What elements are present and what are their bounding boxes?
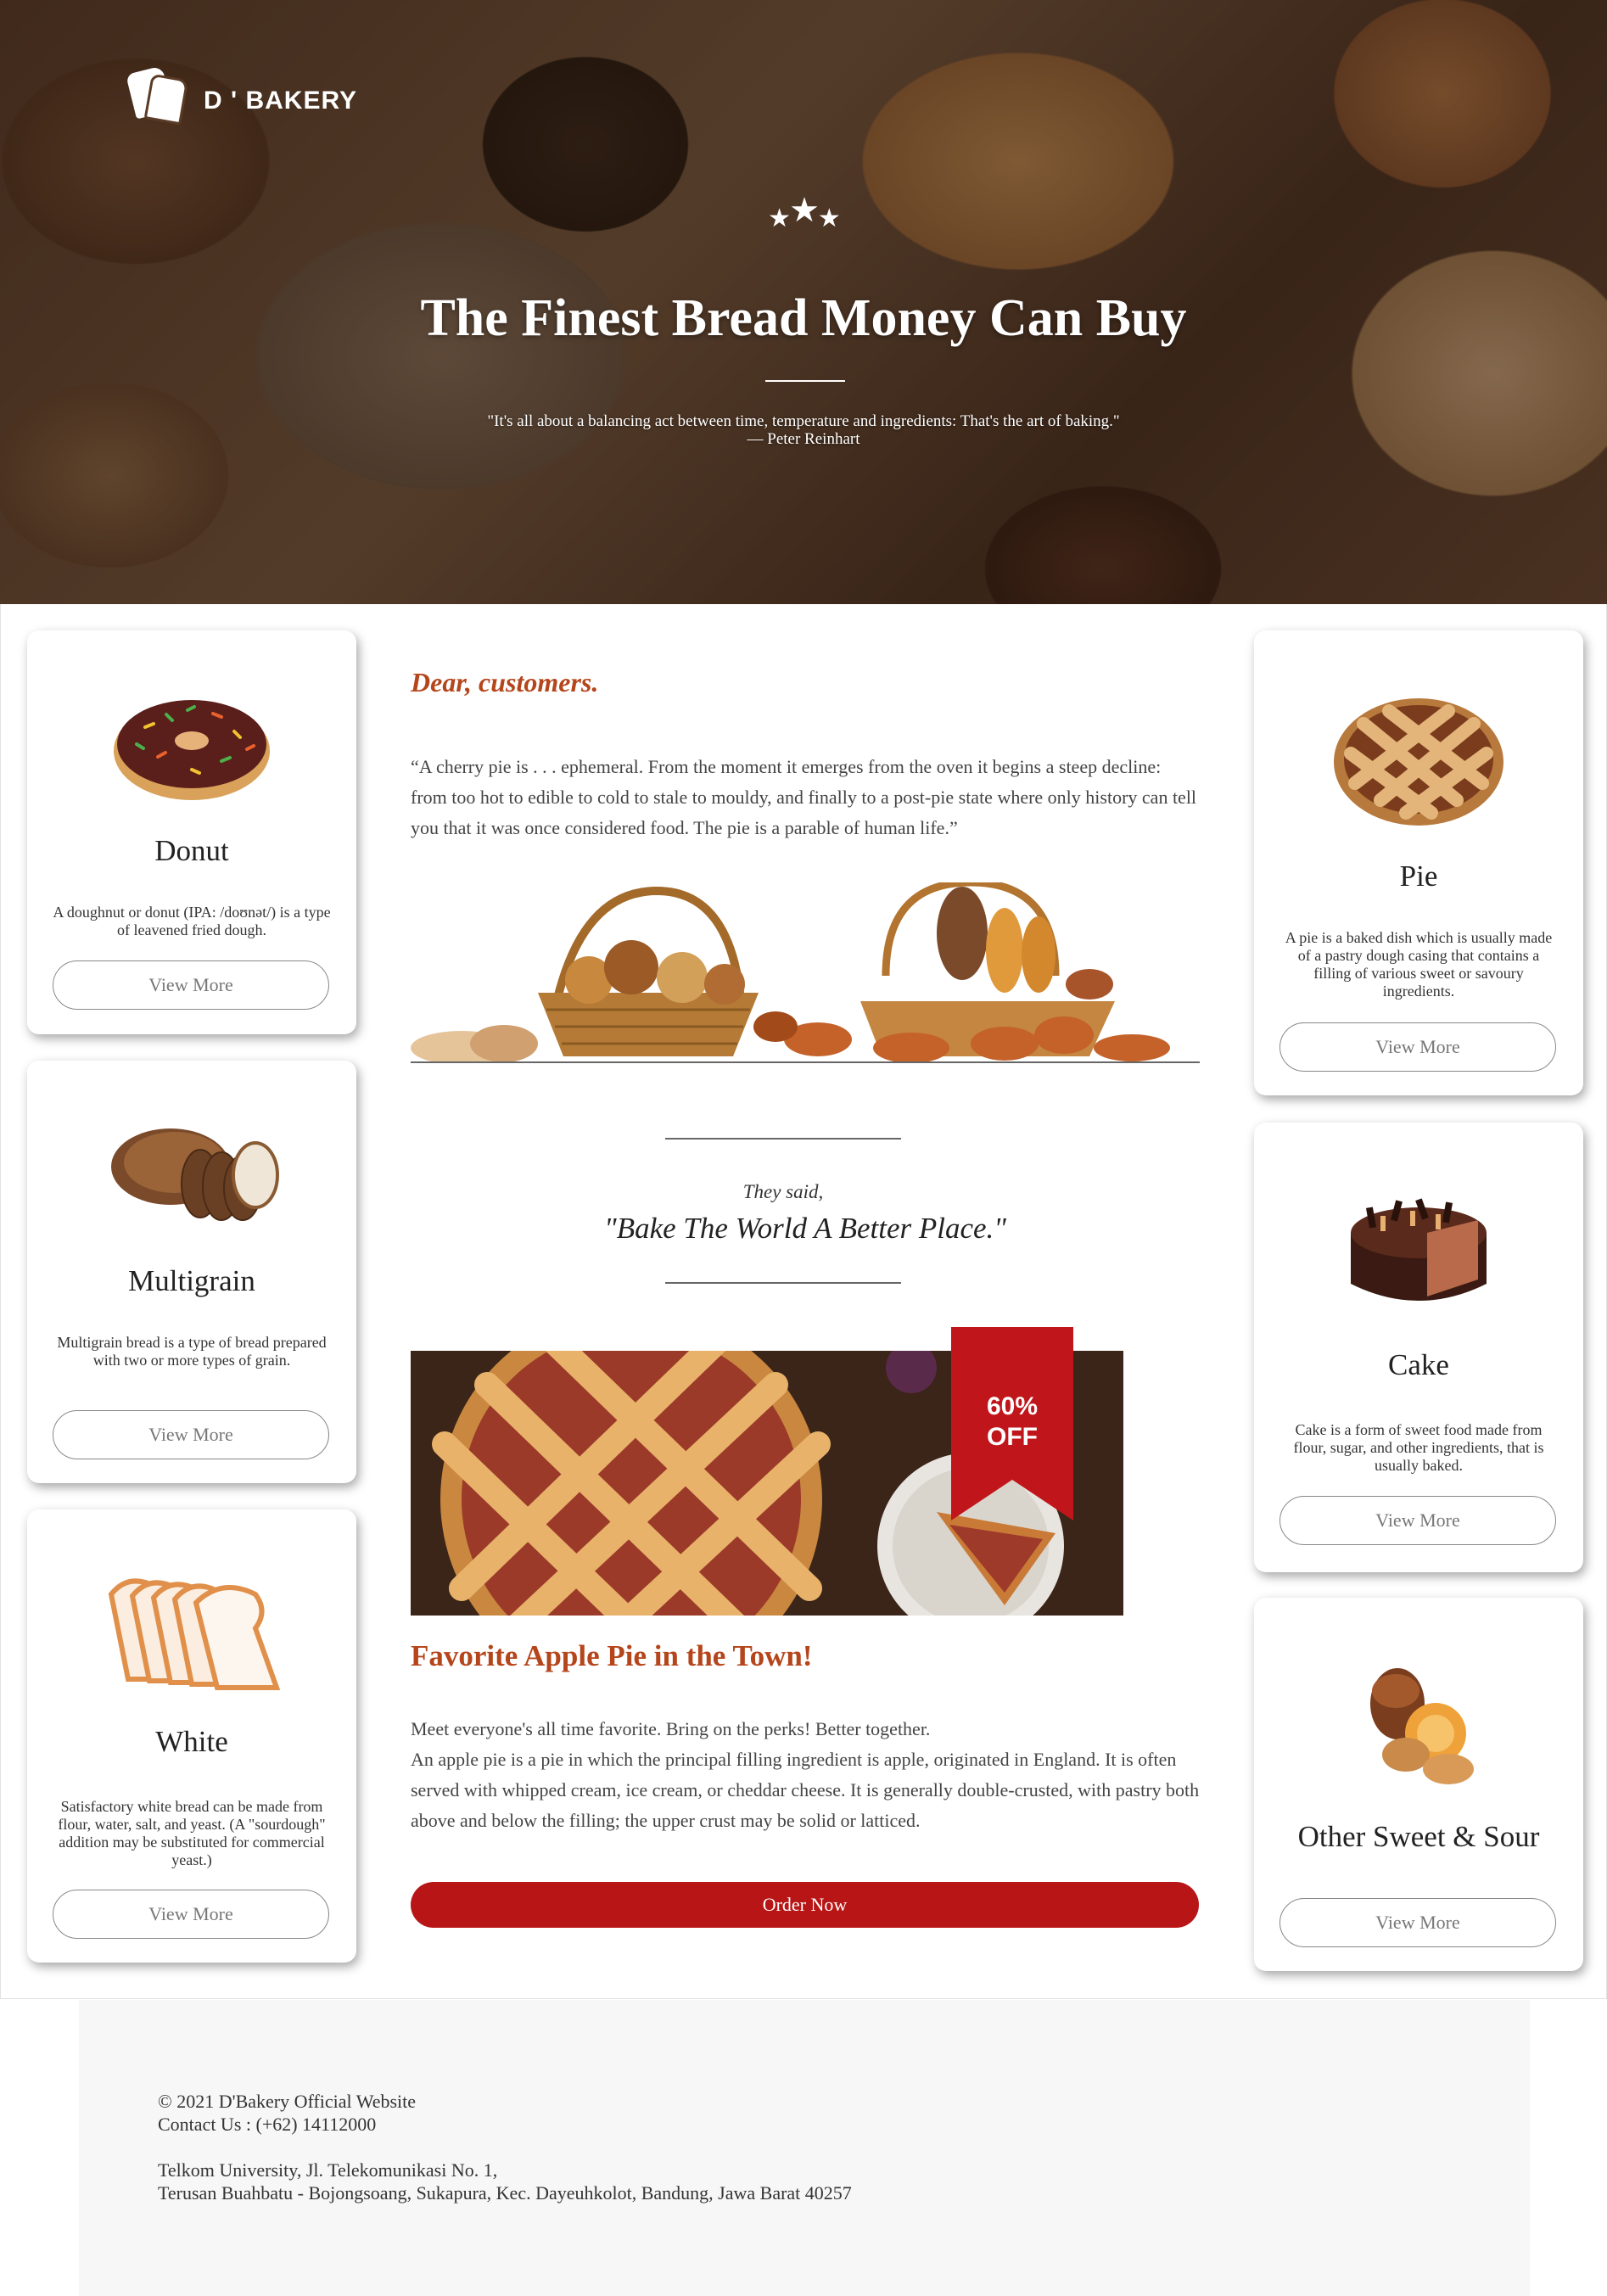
feature-description: Meet everyone's all time favorite. Bring…: [411, 1714, 1200, 1836]
product-card-multigrain: Multigrain Multigrain bread is a type of…: [27, 1061, 356, 1483]
bread-basket-image: [411, 878, 1200, 1065]
feature-title: Favorite Apple Pie in the Town!: [411, 1639, 813, 1672]
discount-off: OFF: [987, 1423, 1038, 1451]
product-card-donut: Donut A doughnut or donut (IPA: /doʊnət/…: [27, 630, 356, 1034]
footer-address-line-2: Terusan Buahbatu - Bojongsoang, Sukapura…: [158, 2182, 852, 2204]
product-card-other: Other Sweet & Sour View More: [1254, 1598, 1583, 1971]
donut-icon: [27, 685, 356, 804]
card-title: Cake: [1388, 1348, 1449, 1381]
card-title: Donut: [154, 834, 229, 867]
hero-quote-author: — Peter Reinhart: [747, 430, 860, 448]
feature-line-2: An apple pie is a pie in which the princ…: [411, 1749, 1200, 1831]
cake-icon: [1254, 1182, 1583, 1318]
feature-line-1: Meet everyone's all time favorite. Bring…: [411, 1718, 931, 1739]
hero-banner: D ' BAKERY ★★★ The Finest Bread Money Ca…: [0, 0, 1607, 604]
footer-copyright: © 2021 D'Bakery Official Website: [158, 2091, 417, 2112]
view-more-button[interactable]: View More: [1279, 1022, 1556, 1072]
pastries-icon: [1254, 1657, 1583, 1793]
stars-icon: ★★★: [768, 191, 841, 232]
discount-percent: 60%: [986, 1392, 1039, 1420]
footer-contact: Contact Us : (+62) 14112000: [158, 2114, 377, 2135]
card-title: White: [155, 1725, 228, 1758]
bread-logo-icon: [126, 65, 190, 126]
order-now-button[interactable]: Order Now: [411, 1882, 1199, 1928]
card-description: A doughnut or donut (IPA: /doʊnət/) is a…: [53, 904, 331, 938]
white-bread-icon: [27, 1569, 356, 1696]
card-description: Cake is a form of sweet food made from f…: [1293, 1421, 1544, 1474]
view-more-button[interactable]: View More: [53, 1890, 329, 1939]
card-title: Pie: [1399, 860, 1438, 893]
view-more-button[interactable]: View More: [53, 960, 329, 1010]
discount-badge: 60% OFF: [951, 1327, 1073, 1520]
hero-divider: [765, 380, 845, 382]
divider: [411, 1061, 1200, 1063]
card-description: Satisfactory white bread can be made fro…: [58, 1798, 326, 1868]
hero-quote-text: "It's all about a balancing act between …: [487, 412, 1120, 430]
they-said-label: They said,: [742, 1181, 824, 1202]
hero-quote: "It's all about a balancing act between …: [0, 412, 1607, 448]
product-card-cake: Cake Cake is a form of sweet food made f…: [1254, 1123, 1583, 1572]
product-card-white: White Satisfactory white bread can be ma…: [27, 1509, 356, 1963]
view-more-button[interactable]: View More: [53, 1410, 329, 1459]
card-description: Multigrain bread is a type of bread prep…: [57, 1334, 327, 1369]
hero-title: The Finest Bread Money Can Buy: [420, 289, 1187, 347]
view-more-button[interactable]: View More: [1279, 1898, 1556, 1947]
divider: [665, 1138, 901, 1140]
card-title: Other Sweet & Sour: [1297, 1820, 1540, 1853]
divider: [665, 1282, 901, 1284]
brand-logo[interactable]: D ' BAKERY: [126, 65, 358, 126]
card-description: A pie is a baked dish which is usually m…: [1285, 929, 1553, 1000]
product-card-pie: Pie A pie is a baked dish which is usual…: [1254, 630, 1583, 1095]
discount-badge-label: 60% OFF: [951, 1392, 1073, 1453]
brand-name: D ' BAKERY: [204, 87, 358, 115]
card-title: Multigrain: [128, 1264, 255, 1297]
bake-quote: "Bake The World A Better Place.": [604, 1212, 1006, 1245]
footer: © 2021 D'Bakery Official Website Contact…: [79, 2000, 1530, 2296]
greeting-title: Dear, customers.: [411, 667, 599, 697]
cherry-pie-quote: “A cherry pie is . . . ephemeral. From t…: [411, 756, 1197, 838]
multigrain-bread-icon: [27, 1120, 356, 1222]
view-more-button[interactable]: View More: [1279, 1496, 1556, 1545]
footer-address-line-1: Telkom University, Jl. Telekomunikasi No…: [158, 2159, 498, 2181]
pie-icon: [1254, 690, 1583, 834]
